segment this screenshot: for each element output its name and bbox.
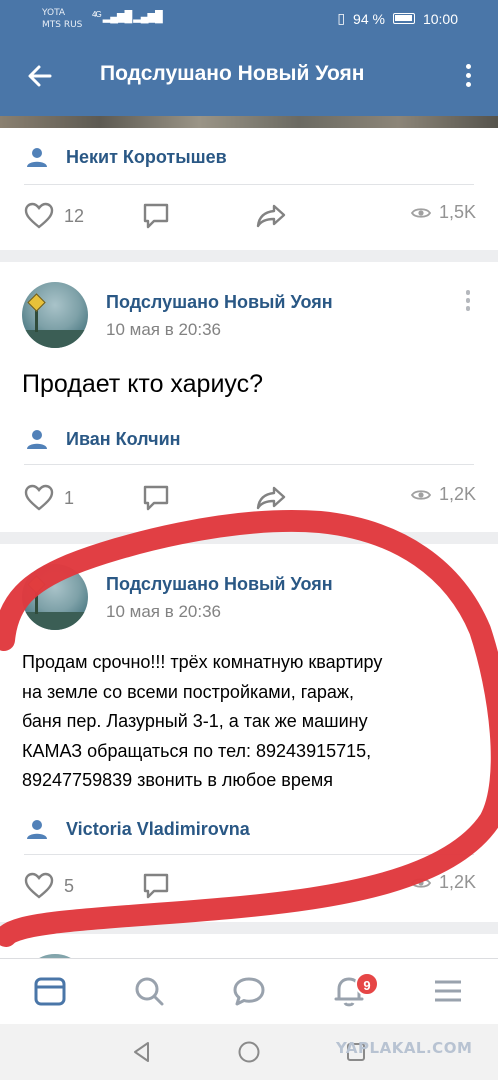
eye-icon <box>410 489 431 500</box>
comment-icon[interactable] <box>141 484 171 512</box>
post-author[interactable]: Victoria Vladimirovna <box>26 818 250 840</box>
publisher-name[interactable]: Подслушано Новый Уоян <box>106 292 333 313</box>
menu-icon[interactable] <box>430 973 466 1009</box>
news-feed-icon[interactable] <box>32 973 68 1009</box>
post-actions: 1 1,2K <box>0 484 498 520</box>
like-count: 1 <box>64 487 75 508</box>
status-right: ▯ 94 % 10:00 <box>337 10 458 27</box>
publisher-name[interactable]: Подслушано Новый Уоян <box>106 574 333 595</box>
view-count: 1,2K <box>410 484 476 505</box>
back-arrow-icon[interactable] <box>24 60 56 92</box>
more-vertical-icon[interactable] <box>458 64 478 94</box>
post-card: Подслушано Новый Уоян 10 мая в 20:36 Про… <box>0 262 498 532</box>
views-value: 1,2K <box>438 872 476 892</box>
post-card: Подслушано Новый Уоян 10 мая в 20:36 Про… <box>0 544 498 922</box>
post-actions: 12 1,5K <box>0 202 498 238</box>
share-icon[interactable] <box>255 202 287 230</box>
like-button[interactable]: 5 <box>24 872 74 900</box>
search-icon[interactable] <box>131 973 167 1009</box>
status-bar: YOTA MTS RUS 4G ▂▄▆█ ▂▄▆█ ▯ 94 % 10:00 <box>0 0 498 38</box>
heart-icon <box>24 872 54 899</box>
person-icon <box>27 820 47 839</box>
post-author[interactable]: Некит Коротышев <box>26 146 227 168</box>
author-name: Иван Колчин <box>66 428 181 449</box>
carrier-2: MTS RUS <box>42 20 83 30</box>
clock: 10:00 <box>422 10 458 27</box>
post-date: 10 мая в 20:36 <box>106 320 221 339</box>
view-count: 1,2K <box>410 872 476 893</box>
eye-icon <box>410 207 431 218</box>
notification-badge: 9 <box>355 972 379 996</box>
group-avatar[interactable] <box>22 282 88 348</box>
vibrate-icon: ▯ <box>337 10 346 26</box>
like-button[interactable]: 12 <box>24 202 84 230</box>
carrier-1: YOTA <box>42 8 66 18</box>
divider <box>24 464 474 465</box>
heart-icon <box>24 484 54 511</box>
share-icon[interactable] <box>255 484 287 512</box>
group-avatar[interactable] <box>22 564 88 630</box>
network-type: 4G <box>92 10 102 19</box>
signal-icon: 4G ▂▄▆█ ▂▄▆█ <box>92 10 163 23</box>
like-count: 12 <box>64 205 85 226</box>
view-count: 1,5K <box>410 202 476 223</box>
more-vertical-icon[interactable] <box>462 290 474 314</box>
comment-icon[interactable] <box>141 872 171 900</box>
page-title: Подслушано Новый Уоян <box>100 62 365 85</box>
author-name: Некит Коротышев <box>66 146 227 167</box>
person-icon <box>27 430 47 449</box>
divider <box>24 184 474 185</box>
nav-home-icon[interactable] <box>237 1040 261 1064</box>
messages-icon[interactable] <box>231 973 267 1009</box>
post-card: Некит Коротышев 12 1,5K <box>0 128 498 250</box>
views-value: 1,2K <box>438 484 476 504</box>
like-count: 5 <box>64 875 75 896</box>
nav-back-icon[interactable] <box>130 1040 154 1064</box>
person-icon <box>27 148 47 167</box>
post-text: Продам срочно!!! трёх комнатную квартиру… <box>22 652 383 790</box>
post-date: 10 мая в 20:36 <box>106 602 221 621</box>
post-actions: 5 1,2K <box>0 872 498 908</box>
bottom-tab-bar <box>0 958 498 1024</box>
battery-percent: 94 % <box>353 10 385 27</box>
views-value: 1,5K <box>438 202 476 222</box>
like-button[interactable]: 1 <box>24 484 74 512</box>
watermark: YAPLAKAL.COM <box>336 1039 473 1057</box>
author-name: Victoria Vladimirovna <box>66 818 250 839</box>
post-author[interactable]: Иван Колчин <box>26 428 181 450</box>
eye-icon <box>410 877 431 888</box>
post-image-fragment[interactable] <box>0 116 498 128</box>
app-header: YOTA MTS RUS 4G ▂▄▆█ ▂▄▆█ ▯ 94 % 10:00 П… <box>0 0 498 116</box>
post-text: Продает кто хариус? <box>22 370 264 398</box>
comment-icon[interactable] <box>141 202 171 230</box>
carrier-label: YOTA MTS RUS <box>42 7 82 31</box>
divider <box>24 854 474 855</box>
heart-icon <box>24 202 54 229</box>
battery-icon <box>392 13 415 24</box>
